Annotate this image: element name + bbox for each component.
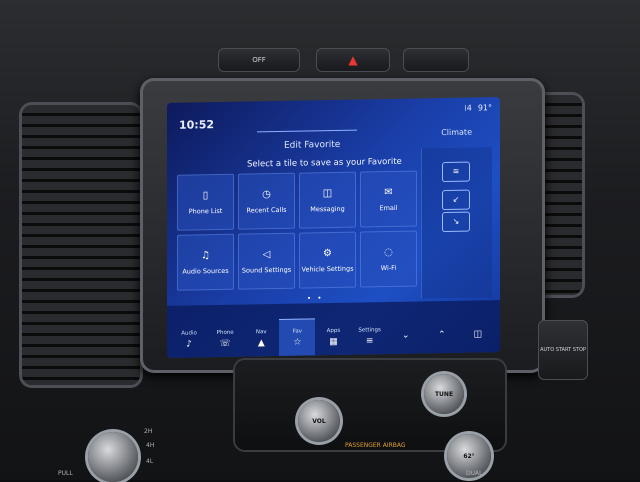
dual-label: DUAL [466,470,483,477]
tile-label: Vehicle Settings [301,264,354,274]
navigation-icon: ▲ [257,337,265,348]
phone-icon: ☏ [219,338,231,349]
tile-label: Sound Settings [241,265,292,275]
status-bar: 10:52 ⁞4 91° [167,97,500,131]
settings-sliders-icon: ≡ [365,335,374,346]
volume-knob[interactable]: VOL [298,400,340,442]
tile-sound-settings[interactable]: ◁ Sound Settings [238,232,295,290]
chevron-down-icon: ⌄ [401,330,410,341]
tile-label: Wi-Fi [380,263,397,272]
blank-hardware-button[interactable] [403,48,469,72]
hazard-button[interactable]: ▲ [316,48,390,72]
nav-label: Nav [255,328,267,335]
nav-chevron-down[interactable]: ⌄ [388,317,424,354]
temperature-display: 62° [463,452,475,460]
nav-settings[interactable]: Settings ≡ [352,318,388,355]
page-indicator: • • [307,294,324,303]
volume-label: VOL [312,417,326,425]
tile-audio-sources[interactable]: ♫ Audio Sources [177,233,234,291]
wifi-icon: ◌ [384,246,393,258]
envelope-icon: ✉ [384,186,393,198]
phone-book-icon: ▯ [202,189,209,201]
drive-4l-label: 4L [146,458,154,465]
climate-tab[interactable]: Climate [441,128,472,138]
nav-navigation[interactable]: Nav ▲ [243,320,279,357]
clock: 10:52 [179,118,215,132]
tile-label: Phone List [188,206,223,216]
tile-vehicle-settings[interactable]: ⚙ Vehicle Settings [299,231,356,289]
tune-label: TUNE [434,390,454,398]
drive-2h-label: 2H [144,428,153,435]
offroad-off-button[interactable]: OFF [218,48,300,72]
drive-4h-label: 4H [146,442,155,449]
tune-knob[interactable]: TUNE [424,374,464,414]
hazard-triangle-icon: ▲ [348,53,358,67]
nav-audio[interactable]: Audio ♪ [171,321,207,358]
nav-phone[interactable]: Phone ☏ [207,321,243,358]
defrost-front-button[interactable]: ≋ [442,161,470,183]
nav-chevron-up[interactable]: ⌃ [424,317,460,354]
nav-label: Phone [216,329,234,336]
outside-temperature: 91° [477,103,492,113]
tile-label: Audio Sources [182,266,229,276]
nav-apps[interactable]: Apps ▦ [315,319,351,356]
infotainment-screen: 10:52 ⁞4 91° Edit Favorite Climate Selec… [167,97,500,358]
left-air-vent [22,105,140,385]
nav-label: Fav [292,328,303,335]
clock-icon: ◷ [262,188,271,200]
tile-label: Recent Calls [246,205,287,215]
nav-label: Settings [358,326,381,334]
nav-label: Apps [326,327,341,334]
signal-icon: ⁞4 [464,103,472,113]
tile-email[interactable]: ✉ Email [360,170,417,228]
tile-phone-list[interactable]: ▯ Phone List [177,173,234,231]
speaker-icon: ◁ [262,248,271,260]
apps-grid-icon: ▦ [329,336,338,347]
passenger-airbag-label: PASSENGER AIRBAG [345,442,406,449]
nav-seat-heat[interactable]: ◫ [460,316,496,353]
offroad-off-label: OFF [252,56,266,64]
chevron-up-icon: ⌃ [438,330,446,341]
car-settings-icon: ⚙ [323,247,332,259]
climate-panel: ≋ ↙ ↘ [421,147,492,299]
pull-label: PULL [58,470,73,477]
tile-recent-calls[interactable]: ◷ Recent Calls [238,172,295,230]
music-note-icon: ♪ [186,338,192,350]
seat-icon: ◫ [473,329,483,340]
tile-wifi[interactable]: ◌ Wi-Fi [360,230,417,288]
seat-airflow-lower-button[interactable]: ↘ [442,211,470,233]
nav-label: Audio [181,329,197,337]
star-icon: ☆ [293,337,302,348]
auto-start-stop-label: AUTO START STOP [540,347,586,353]
auto-start-stop-button[interactable]: AUTO START STOP [538,320,588,380]
nav-favorites[interactable]: Fav ☆ [279,318,316,356]
favorite-tile-grid: ▯ Phone List ◷ Recent Calls ◫ Messaging … [177,170,417,293]
bottom-nav-bar: Audio ♪ Phone ☏ Nav ▲ Fav ☆ Apps ▦ Setti… [167,300,500,358]
seat-airflow-upper-button[interactable]: ↙ [442,189,470,211]
music-note-icon: ♫ [201,249,210,261]
favorite-prompt: Select a tile to save as your Favorite [247,156,402,170]
status-icons: ⁞4 91° [464,103,492,112]
tile-label: Email [379,203,398,212]
tile-messaging[interactable]: ◫ Messaging [299,171,356,229]
title-underline [257,129,357,133]
chat-bubble-icon: ◫ [322,187,333,199]
tile-label: Messaging [310,204,345,213]
drive-mode-knob[interactable] [88,432,138,482]
page-title: Edit Favorite [284,139,341,151]
